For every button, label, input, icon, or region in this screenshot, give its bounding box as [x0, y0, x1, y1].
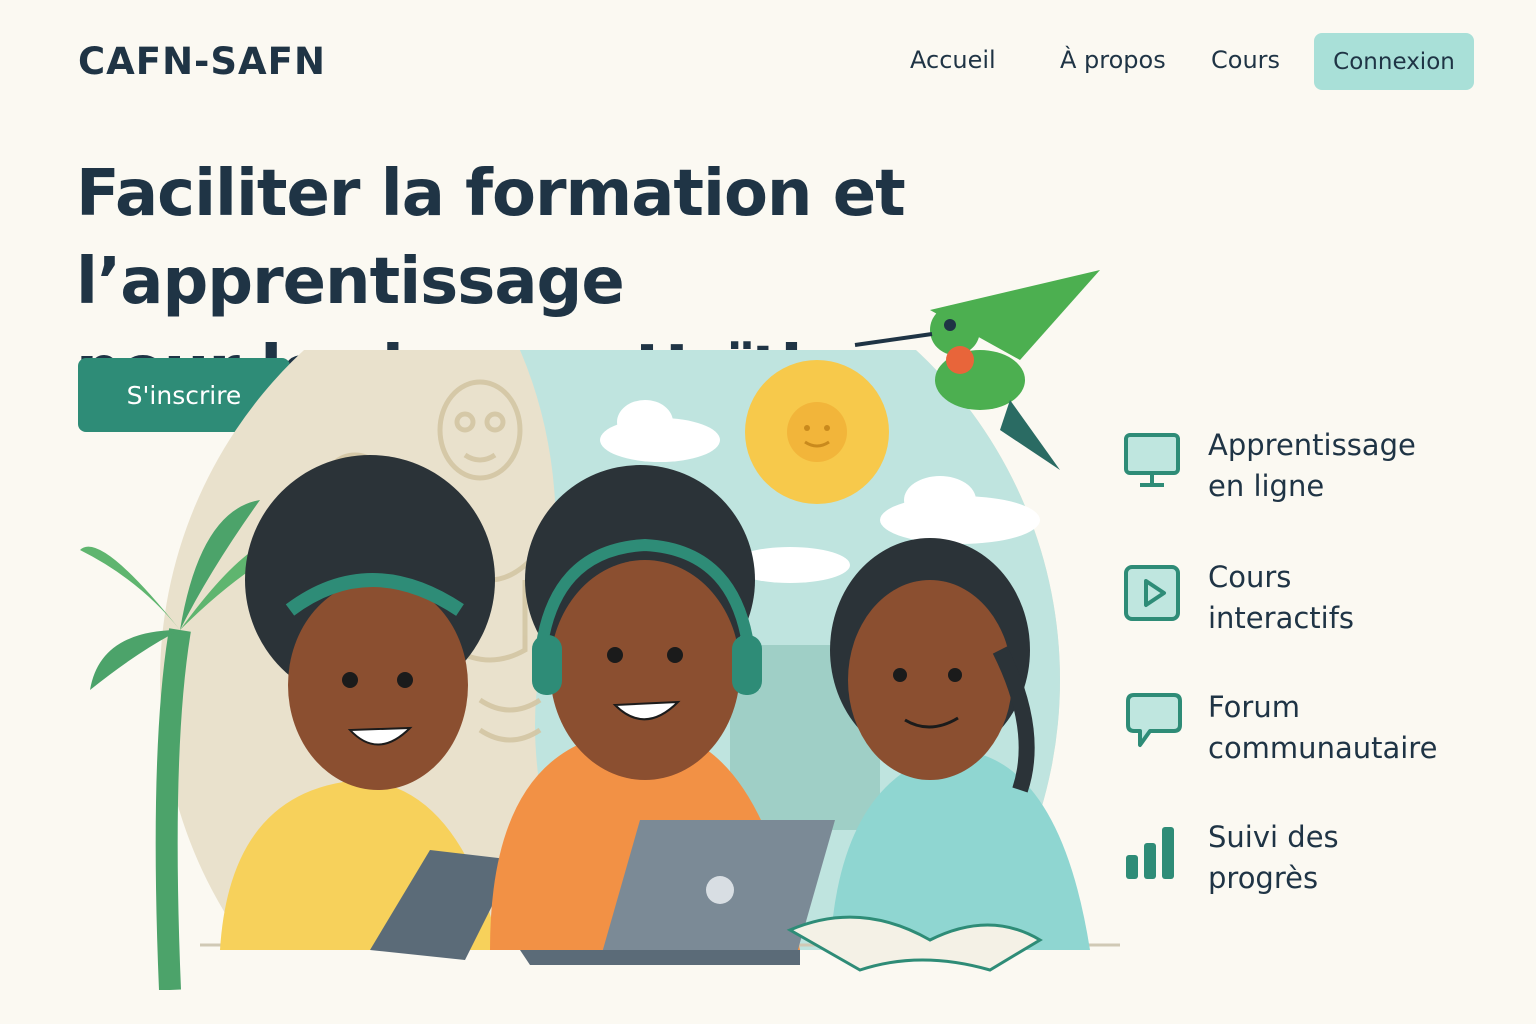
- sun: [745, 360, 889, 504]
- hero-illustration: [80, 270, 1120, 990]
- feature-label: Cours interactifs: [1208, 560, 1355, 635]
- play-icon: [1124, 565, 1180, 621]
- feature-label: Forum communautaire: [1208, 690, 1438, 765]
- nav-about[interactable]: À propos: [1060, 46, 1166, 74]
- feature-label: Suivi des progrès: [1208, 820, 1339, 895]
- monitor-icon: [1124, 433, 1180, 487]
- feature-interactive-courses: Cours interactifs: [1120, 557, 1500, 639]
- nav-home[interactable]: Accueil: [910, 46, 996, 74]
- feature-online-learning: Apprentissage en ligne: [1120, 425, 1500, 507]
- chat-icon: [1126, 693, 1182, 747]
- login-button[interactable]: Connexion: [1314, 33, 1474, 90]
- nav-courses[interactable]: Cours: [1211, 46, 1280, 74]
- feature-community-forum: Forum communautaire: [1120, 687, 1500, 769]
- feature-progress-tracking: Suivi des progrès: [1120, 817, 1500, 899]
- logo[interactable]: CAFN-SAFN: [78, 40, 326, 83]
- bar-chart-icon: [1126, 827, 1174, 879]
- feature-label: Apprentissage en ligne: [1208, 428, 1416, 503]
